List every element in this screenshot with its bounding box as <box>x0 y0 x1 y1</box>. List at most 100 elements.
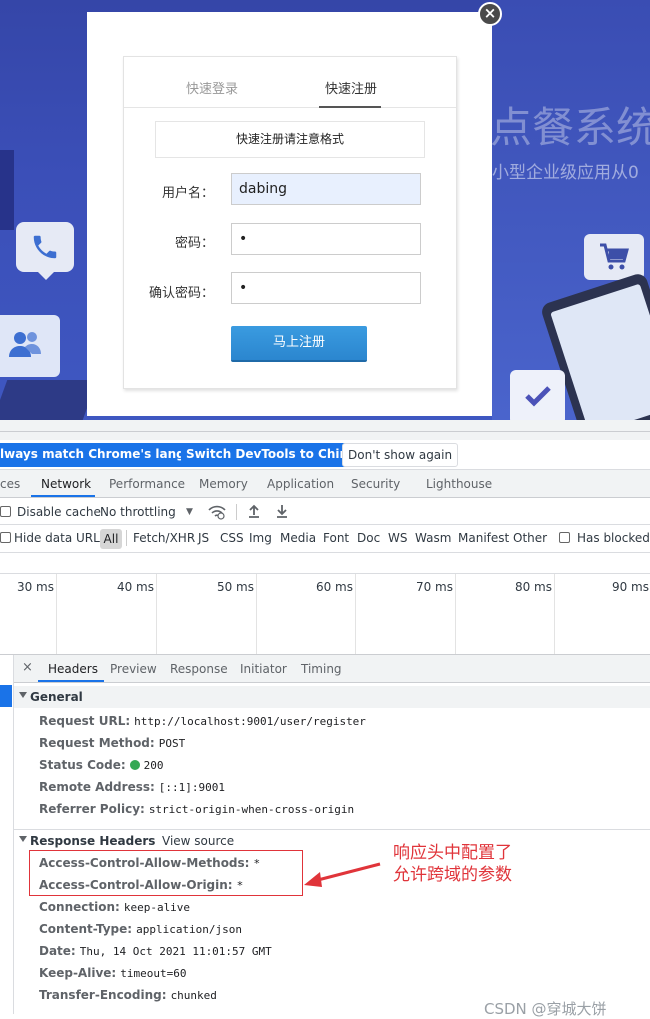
phone-icon <box>33 235 57 259</box>
filter-all[interactable]: All <box>100 529 122 549</box>
tick-label: 30 ms <box>16 580 54 594</box>
header-row: Remote Address: [::1]:9001 <box>39 780 225 794</box>
close-icon[interactable]: × <box>22 660 33 675</box>
divider-line <box>0 431 650 432</box>
header-value: strict-origin-when-cross-origin <box>148 803 355 816</box>
filter-img[interactable]: Img <box>249 531 272 545</box>
cart-icon <box>600 243 629 270</box>
header-key: Access-Control-Allow-Methods: <box>39 856 250 870</box>
tab-lighthouse[interactable]: Lighthouse <box>426 477 492 491</box>
header-row: Access-Control-Allow-Origin: * <box>39 878 243 892</box>
header-key: Referrer Policy: <box>39 802 145 816</box>
tab-headers[interactable]: Headers <box>48 662 98 676</box>
annotation-line: 响应头中配置了 <box>393 843 512 863</box>
tick-label: 90 ms <box>611 580 649 594</box>
tick-label: 80 ms <box>514 580 552 594</box>
filter-js[interactable]: JS <box>198 531 209 545</box>
header-key: Date: <box>39 944 76 958</box>
watermark: CSDN @穿城大饼 <box>484 1000 607 1018</box>
filter-ws[interactable]: WS <box>388 531 407 545</box>
tab-initiator[interactable]: Initiator <box>240 662 287 676</box>
has-blocked-checkbox[interactable] <box>559 532 570 543</box>
request-list-gutter <box>0 655 14 1014</box>
filter-css[interactable]: CSS <box>220 531 244 545</box>
filter-manifest[interactable]: Manifest <box>458 531 509 545</box>
tab-response[interactable]: Response <box>170 662 228 676</box>
background-title: 点餐系统 <box>490 103 650 152</box>
tick-line <box>56 574 57 654</box>
username-field[interactable]: dabing <box>231 173 421 205</box>
username-label: 用户名： <box>161 186 214 201</box>
check-icon <box>525 386 551 407</box>
filter-doc[interactable]: Doc <box>357 531 380 545</box>
filter-fetch-xhr[interactable]: Fetch/XHR <box>133 531 195 545</box>
expand-triangle-icon[interactable] <box>19 836 27 842</box>
confirm-password-field[interactable]: • <box>231 272 421 304</box>
annotation-arrow-icon <box>304 862 381 887</box>
tick-label: 70 ms <box>415 580 453 594</box>
tick-label: 60 ms <box>315 580 353 594</box>
response-headers-title: Response Headers <box>30 834 156 848</box>
tab-quick-register[interactable]: 快速注册 <box>325 78 377 97</box>
auth-tabs: 快速登录 快速注册 <box>124 57 456 108</box>
tab-timing[interactable]: Timing <box>301 662 342 676</box>
network-filter-bar: Hide data URLs All Fetch/XHR JS CSS Img … <box>0 525 650 553</box>
general-section-header[interactable]: General <box>14 686 650 708</box>
header-value: [::1]:9001 <box>158 781 226 794</box>
register-submit-button[interactable]: 马上注册 <box>231 326 367 362</box>
window-divider <box>0 420 650 440</box>
tab-application[interactable]: Application <box>267 477 334 491</box>
active-tab-indicator <box>319 106 381 108</box>
confirm-password-label: 确认密码： <box>148 286 214 301</box>
password-field[interactable]: • <box>231 223 421 255</box>
header-row: Access-Control-Allow-Methods: * <box>39 856 260 870</box>
tab-network[interactable]: Network <box>41 477 91 491</box>
close-icon[interactable]: × <box>478 2 502 26</box>
tab-quick-login[interactable]: 快速登录 <box>186 78 238 97</box>
export-har-icon[interactable] <box>275 504 289 518</box>
network-toolbar: Disable cache No throttling ▼ <box>0 499 650 525</box>
header-row: Keep-Alive: timeout=60 <box>39 966 186 980</box>
expand-triangle-icon[interactable] <box>19 692 27 698</box>
header-value: Thu, 14 Oct 2021 11:01:57 GMT <box>79 945 272 958</box>
network-overview-timeline[interactable]: 30 ms 40 ms 50 ms 60 ms 70 ms 80 ms 90 m… <box>0 573 650 655</box>
tab-performance[interactable]: Performance <box>109 477 185 491</box>
header-row: Referrer Policy: strict-origin-when-cross… <box>39 802 354 816</box>
filter-wasm[interactable]: Wasm <box>415 531 451 545</box>
details-tabs: × Headers Preview Response Initiator Tim… <box>14 655 650 683</box>
header-row: Connection: keep-alive <box>39 900 190 914</box>
filter-other[interactable]: Other <box>513 531 547 545</box>
tick-line <box>554 574 555 654</box>
tab-security[interactable]: Security <box>351 477 400 491</box>
tab-memory[interactable]: Memory <box>199 477 248 491</box>
format-notice: 快速注册请注意格式 <box>155 121 425 158</box>
tick-line <box>156 574 157 654</box>
dont-show-again-button[interactable]: Don't show again <box>342 443 459 467</box>
view-source-link[interactable]: View source <box>162 834 234 848</box>
header-value: application/json <box>136 923 243 936</box>
header-value: * <box>253 857 261 870</box>
hide-data-urls-label: Hide data URLs <box>14 531 107 545</box>
throttling-select[interactable]: No throttling <box>100 505 176 519</box>
tab-preview[interactable]: Preview <box>110 662 157 676</box>
response-headers-section-header[interactable]: Response Headers View source <box>14 829 650 851</box>
language-infobar: lways match Chrome's language Switch Dev… <box>0 440 650 470</box>
chevron-down-icon[interactable]: ▼ <box>186 507 193 517</box>
header-key: Transfer-Encoding: <box>39 988 167 1002</box>
hide-data-urls-checkbox[interactable] <box>0 532 11 543</box>
users-icon <box>9 332 41 357</box>
tab-sources[interactable]: ces <box>0 477 20 491</box>
import-har-icon[interactable] <box>247 504 261 518</box>
tick-label: 50 ms <box>216 580 254 594</box>
header-value: timeout=60 <box>120 967 187 980</box>
header-value: 200 <box>143 759 164 772</box>
selected-request-marker[interactable] <box>0 685 12 707</box>
header-row: Request URL: http://localhost:9001/user/r… <box>39 714 366 728</box>
network-conditions-icon[interactable] <box>208 504 226 520</box>
check-icon-card <box>510 370 565 425</box>
filter-font[interactable]: Font <box>323 531 349 545</box>
filter-media[interactable]: Media <box>280 531 316 545</box>
header-row: Request Method: POST <box>39 736 185 750</box>
header-key: Request Method: <box>39 736 155 750</box>
disable-cache-checkbox[interactable] <box>0 506 11 517</box>
